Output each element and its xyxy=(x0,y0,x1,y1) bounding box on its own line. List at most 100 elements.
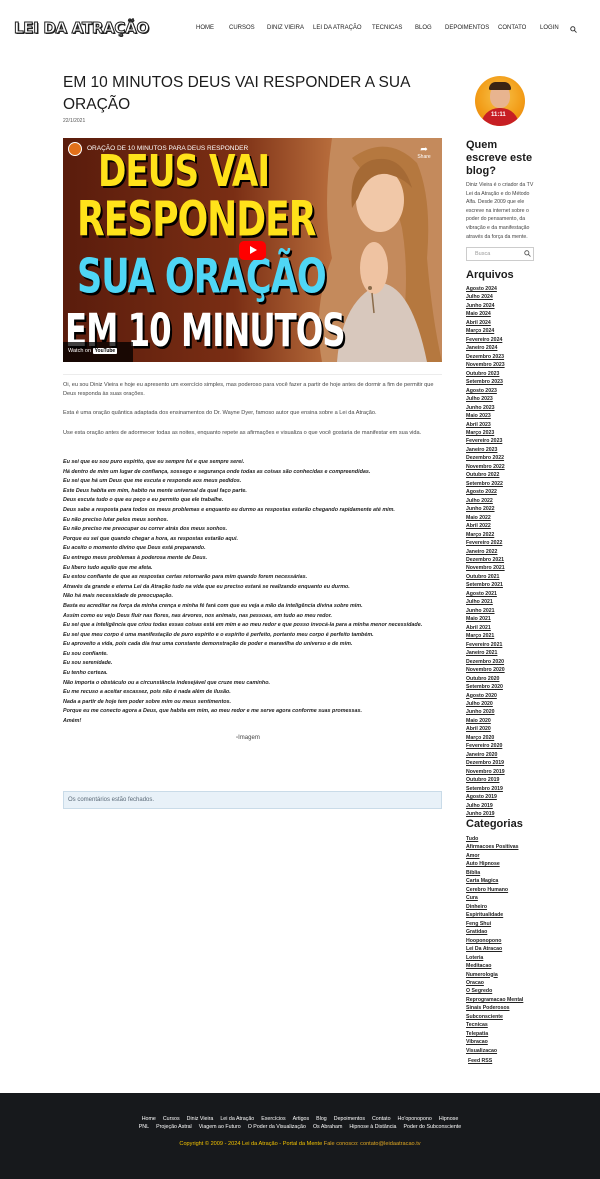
category-link[interactable]: Dinheiro xyxy=(466,903,546,911)
footer-link[interactable]: Contato xyxy=(372,1116,391,1122)
archive-link[interactable]: Outubro 2022 xyxy=(466,471,546,479)
archive-link[interactable]: Julho 2019 xyxy=(466,802,546,810)
sidebar-search-input[interactable]: Busca xyxy=(466,247,534,261)
footer-link[interactable]: Diniz Vieira xyxy=(187,1116,214,1122)
archive-link[interactable]: Março 2022 xyxy=(466,531,546,539)
category-link[interactable]: Vibracao xyxy=(466,1038,546,1046)
archive-link[interactable]: Maio 2022 xyxy=(466,514,546,522)
footer-link[interactable]: O Poder da Visualização xyxy=(248,1124,306,1130)
archive-link[interactable]: Setembro 2020 xyxy=(466,683,546,691)
category-link[interactable]: Gratidao xyxy=(466,928,546,936)
archive-link[interactable]: Julho 2021 xyxy=(466,598,546,606)
archive-link[interactable]: Dezembro 2020 xyxy=(466,658,546,666)
footer-link[interactable]: Lei da Atração xyxy=(220,1116,254,1122)
search-icon[interactable] xyxy=(570,26,577,33)
category-link[interactable]: Oracao xyxy=(466,979,546,987)
category-link[interactable]: O Segredo xyxy=(466,987,546,995)
archive-link[interactable]: Fevereiro 2021 xyxy=(466,641,546,649)
archive-link[interactable]: Julho 2022 xyxy=(466,497,546,505)
youtube-video-embed[interactable]: DEUS VAI RESPONDER SUA ORAÇÃO EM 10 MINU… xyxy=(63,138,442,362)
archive-link[interactable]: Agosto 2022 xyxy=(466,488,546,496)
archive-link[interactable]: Dezembro 2021 xyxy=(466,556,546,564)
footer-link[interactable]: Depoimentos xyxy=(334,1116,365,1122)
archive-link[interactable]: Abril 2021 xyxy=(466,624,546,632)
archive-link[interactable]: Junho 2022 xyxy=(466,505,546,513)
archive-link[interactable]: Junho 2024 xyxy=(466,302,546,310)
category-link[interactable]: Amor xyxy=(466,852,546,860)
archive-link[interactable]: Agosto 2023 xyxy=(466,387,546,395)
archive-link[interactable]: Agosto 2024 xyxy=(466,285,546,293)
archive-link[interactable]: Maio 2020 xyxy=(466,717,546,725)
archive-link[interactable]: Abril 2024 xyxy=(466,319,546,327)
archive-link[interactable]: Janeiro 2023 xyxy=(466,446,546,454)
category-link[interactable]: Cerebro Humano xyxy=(466,886,546,894)
nav-login[interactable]: LOGIN xyxy=(540,25,559,31)
archive-link[interactable]: Julho 2024 xyxy=(466,293,546,301)
footer-link[interactable]: Poder do Subconsciente xyxy=(404,1124,462,1130)
footer-link[interactable]: Blog xyxy=(316,1116,327,1122)
archive-link[interactable]: Novembro 2023 xyxy=(466,361,546,369)
archive-link[interactable]: Julho 2020 xyxy=(466,700,546,708)
footer-link[interactable]: Os Abraham xyxy=(313,1124,342,1130)
category-link[interactable]: Sinais Poderosos xyxy=(466,1004,546,1012)
nav-depoimentos[interactable]: DEPOIMENTOS xyxy=(445,25,489,31)
archive-link[interactable]: Junho 2020 xyxy=(466,708,546,716)
category-link[interactable]: Feng Shui xyxy=(466,920,546,928)
archive-link[interactable]: Fevereiro 2020 xyxy=(466,742,546,750)
nav-lei-da-atracao[interactable]: LEI DA ATRAÇÃO xyxy=(313,25,362,31)
category-link[interactable]: Meditacao xyxy=(466,962,546,970)
video-title[interactable]: ORAÇÃO DE 10 MINUTOS PARA DEUS RESPONDER xyxy=(87,145,248,152)
archive-link[interactable]: Outubro 2020 xyxy=(466,675,546,683)
play-button[interactable] xyxy=(239,241,266,260)
archive-link[interactable]: Outubro 2019 xyxy=(466,776,546,784)
archive-link[interactable]: Março 2020 xyxy=(466,734,546,742)
watch-on-youtube-button[interactable]: Watch on YouTube xyxy=(63,342,133,362)
archive-link[interactable]: Janeiro 2024 xyxy=(466,344,546,352)
category-link[interactable]: Subconsciente xyxy=(466,1013,546,1021)
category-link[interactable]: Espiritualidade xyxy=(466,911,546,919)
archive-link[interactable]: Julho 2023 xyxy=(466,395,546,403)
category-link[interactable]: Telepatia xyxy=(466,1030,546,1038)
archive-link[interactable]: Setembro 2021 xyxy=(466,581,546,589)
archive-link[interactable]: Setembro 2019 xyxy=(466,785,546,793)
share-button[interactable]: ➦ Share xyxy=(416,144,432,160)
category-link[interactable]: Cura xyxy=(466,894,546,902)
feed-rss-link[interactable]: Feed RSS xyxy=(468,1058,492,1064)
archive-link[interactable]: Fevereiro 2023 xyxy=(466,437,546,445)
footer-link[interactable]: Ho'oponopono xyxy=(398,1116,432,1122)
archive-link[interactable]: Agosto 2019 xyxy=(466,793,546,801)
category-link[interactable]: Auto Hipnose xyxy=(466,860,546,868)
archive-link[interactable]: Dezembro 2019 xyxy=(466,759,546,767)
archive-link[interactable]: Março 2024 xyxy=(466,327,546,335)
archive-link[interactable]: Março 2021 xyxy=(466,632,546,640)
archive-link[interactable]: Novembro 2021 xyxy=(466,564,546,572)
archive-link[interactable]: Maio 2021 xyxy=(466,615,546,623)
nav-home[interactable]: HOME xyxy=(196,25,214,31)
archive-link[interactable]: Abril 2022 xyxy=(466,522,546,530)
archive-link[interactable]: Agosto 2021 xyxy=(466,590,546,598)
archive-link[interactable]: Outubro 2023 xyxy=(466,370,546,378)
archive-link[interactable]: Outubro 2021 xyxy=(466,573,546,581)
category-link[interactable]: Loteria xyxy=(466,954,546,962)
site-logo[interactable]: LEI DA ATRAÇÃO xyxy=(14,19,150,38)
archive-link[interactable]: Fevereiro 2024 xyxy=(466,336,546,344)
archive-link[interactable]: Maio 2023 xyxy=(466,412,546,420)
footer-link[interactable]: Hipnose à Distância xyxy=(349,1124,396,1130)
archive-link[interactable]: Novembro 2022 xyxy=(466,463,546,471)
category-link[interactable]: Hooponopono xyxy=(466,937,546,945)
archive-link[interactable]: Agosto 2020 xyxy=(466,692,546,700)
archive-link[interactable]: Novembro 2019 xyxy=(466,768,546,776)
archive-link[interactable]: Janeiro 2020 xyxy=(466,751,546,759)
footer-link[interactable]: Cursos xyxy=(163,1116,180,1122)
archive-link[interactable]: Fevereiro 2022 xyxy=(466,539,546,547)
footer-link[interactable]: PNL xyxy=(139,1124,149,1130)
archive-link[interactable]: Junho 2021 xyxy=(466,607,546,615)
nav-tecnicas[interactable]: TECNICAS xyxy=(372,25,402,31)
category-link[interactable]: Reprogramacao Mental xyxy=(466,996,546,1004)
archive-link[interactable]: Dezembro 2023 xyxy=(466,353,546,361)
category-link[interactable]: Tudo xyxy=(466,835,546,843)
nav-blog[interactable]: BLOG xyxy=(415,25,432,31)
archive-link[interactable]: Setembro 2022 xyxy=(466,480,546,488)
category-link[interactable]: Numerologia xyxy=(466,971,546,979)
archive-link[interactable]: Abril 2020 xyxy=(466,725,546,733)
